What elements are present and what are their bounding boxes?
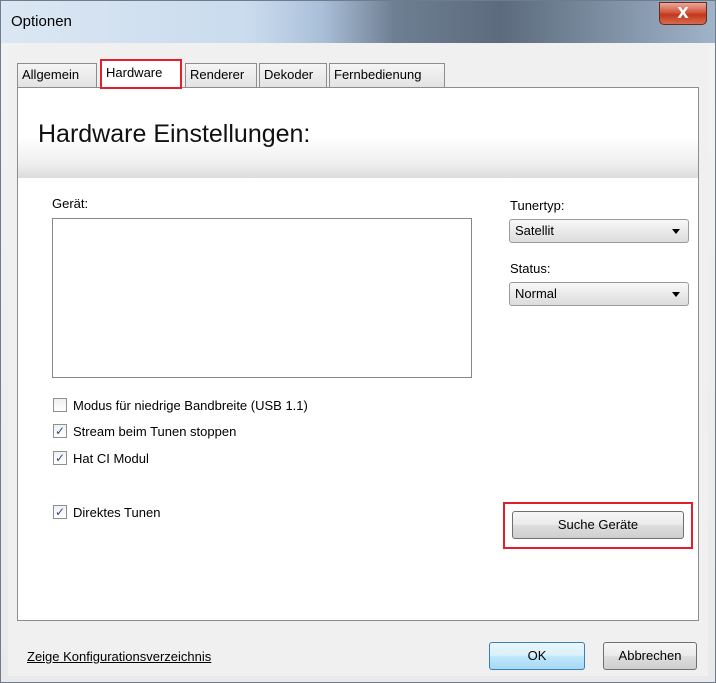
- page-title: Hardware Einstellungen:: [38, 120, 311, 148]
- tab-fernbedienung[interactable]: Fernbedienung: [329, 63, 445, 87]
- checkbox-label: Stream beim Tunen stoppen: [73, 424, 237, 439]
- tab-dekoder[interactable]: Dekoder: [259, 63, 327, 87]
- options-window: Optionen X Allgemein Hardware Renderer D…: [0, 0, 716, 683]
- tab-hardware[interactable]: Hardware: [100, 59, 182, 89]
- checkbox-label: Hat CI Modul: [73, 451, 149, 466]
- window-title: Optionen: [11, 13, 72, 30]
- tunertype-label: Tunertyp:: [510, 198, 565, 213]
- tunertype-select[interactable]: Satellit: [509, 219, 689, 243]
- check-icon[interactable]: ✓: [53, 451, 67, 465]
- close-button[interactable]: X: [659, 2, 707, 25]
- ok-button[interactable]: OK: [489, 642, 585, 670]
- status-label: Status:: [510, 261, 551, 276]
- checkbox-label: Modus für niedrige Bandbreite (USB 1.1): [73, 398, 308, 413]
- chevron-down-icon: [672, 229, 680, 234]
- device-label: Gerät:: [52, 196, 89, 211]
- check-icon[interactable]: ✓: [53, 424, 67, 438]
- checkbox-label: Direktes Tunen: [73, 505, 161, 520]
- check-icon[interactable]: ✓: [53, 505, 67, 519]
- tunertype-value: Satellit: [515, 223, 555, 238]
- hardware-panel: Hardware Einstellungen: Gerät: Tunertyp:…: [17, 87, 699, 621]
- cancel-button[interactable]: Abbrechen: [603, 642, 697, 670]
- tab-allgemein[interactable]: Allgemein: [17, 63, 97, 87]
- status-value: Normal: [515, 286, 557, 301]
- panel-header: Hardware Einstellungen:: [18, 88, 698, 178]
- device-list[interactable]: [52, 218, 472, 378]
- status-select[interactable]: Normal: [509, 282, 689, 306]
- close-icon: X: [677, 4, 689, 22]
- chevron-down-icon: [672, 292, 680, 297]
- search-devices-button[interactable]: Suche Geräte: [512, 511, 684, 539]
- tab-renderer[interactable]: Renderer: [185, 63, 257, 87]
- config-directory-link[interactable]: Zeige Konfigurationsverzeichnis: [27, 649, 211, 664]
- checkbox-box[interactable]: [53, 398, 67, 412]
- title-bar[interactable]: Optionen X: [1, 1, 715, 43]
